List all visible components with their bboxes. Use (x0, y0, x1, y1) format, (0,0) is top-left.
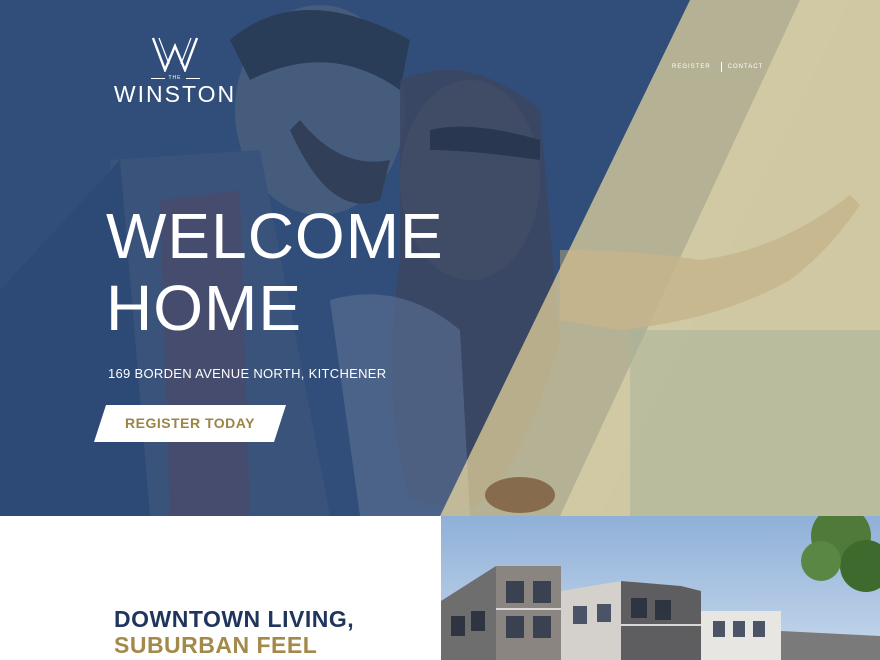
brand-logo[interactable]: THE WINSTON (110, 36, 240, 108)
nav-contact-link[interactable]: CONTACT (728, 64, 764, 70)
logo-wordmark: WINSTON (113, 81, 237, 107)
winston-w-logo-icon (151, 37, 199, 72)
hero-section: THE WINSTON REGISTER CONTACT WELCOME HOM… (0, 0, 880, 516)
hero-title-line2: HOME (106, 272, 302, 344)
hero-title-line1: WELCOME (106, 200, 444, 272)
hero-address: 169 BORDEN AVENUE NORTH, KITCHENER (108, 366, 387, 381)
nav-divider (720, 62, 722, 72)
intro-section: DOWNTOWN LIVING, SUBURBAN FEEL (0, 516, 880, 660)
intro-tagline-line2: SUBURBAN FEEL (114, 632, 318, 658)
register-today-label: REGISTER TODAY (125, 415, 255, 431)
hero-title: WELCOME HOME (106, 200, 444, 344)
nav-register-link[interactable]: REGISTER (672, 64, 711, 70)
building-rendering-image (441, 516, 880, 660)
intro-tagline-line1: DOWNTOWN LIVING, (114, 606, 355, 632)
register-today-button[interactable]: REGISTER TODAY (94, 405, 286, 442)
top-navigation: REGISTER CONTACT (672, 62, 763, 72)
